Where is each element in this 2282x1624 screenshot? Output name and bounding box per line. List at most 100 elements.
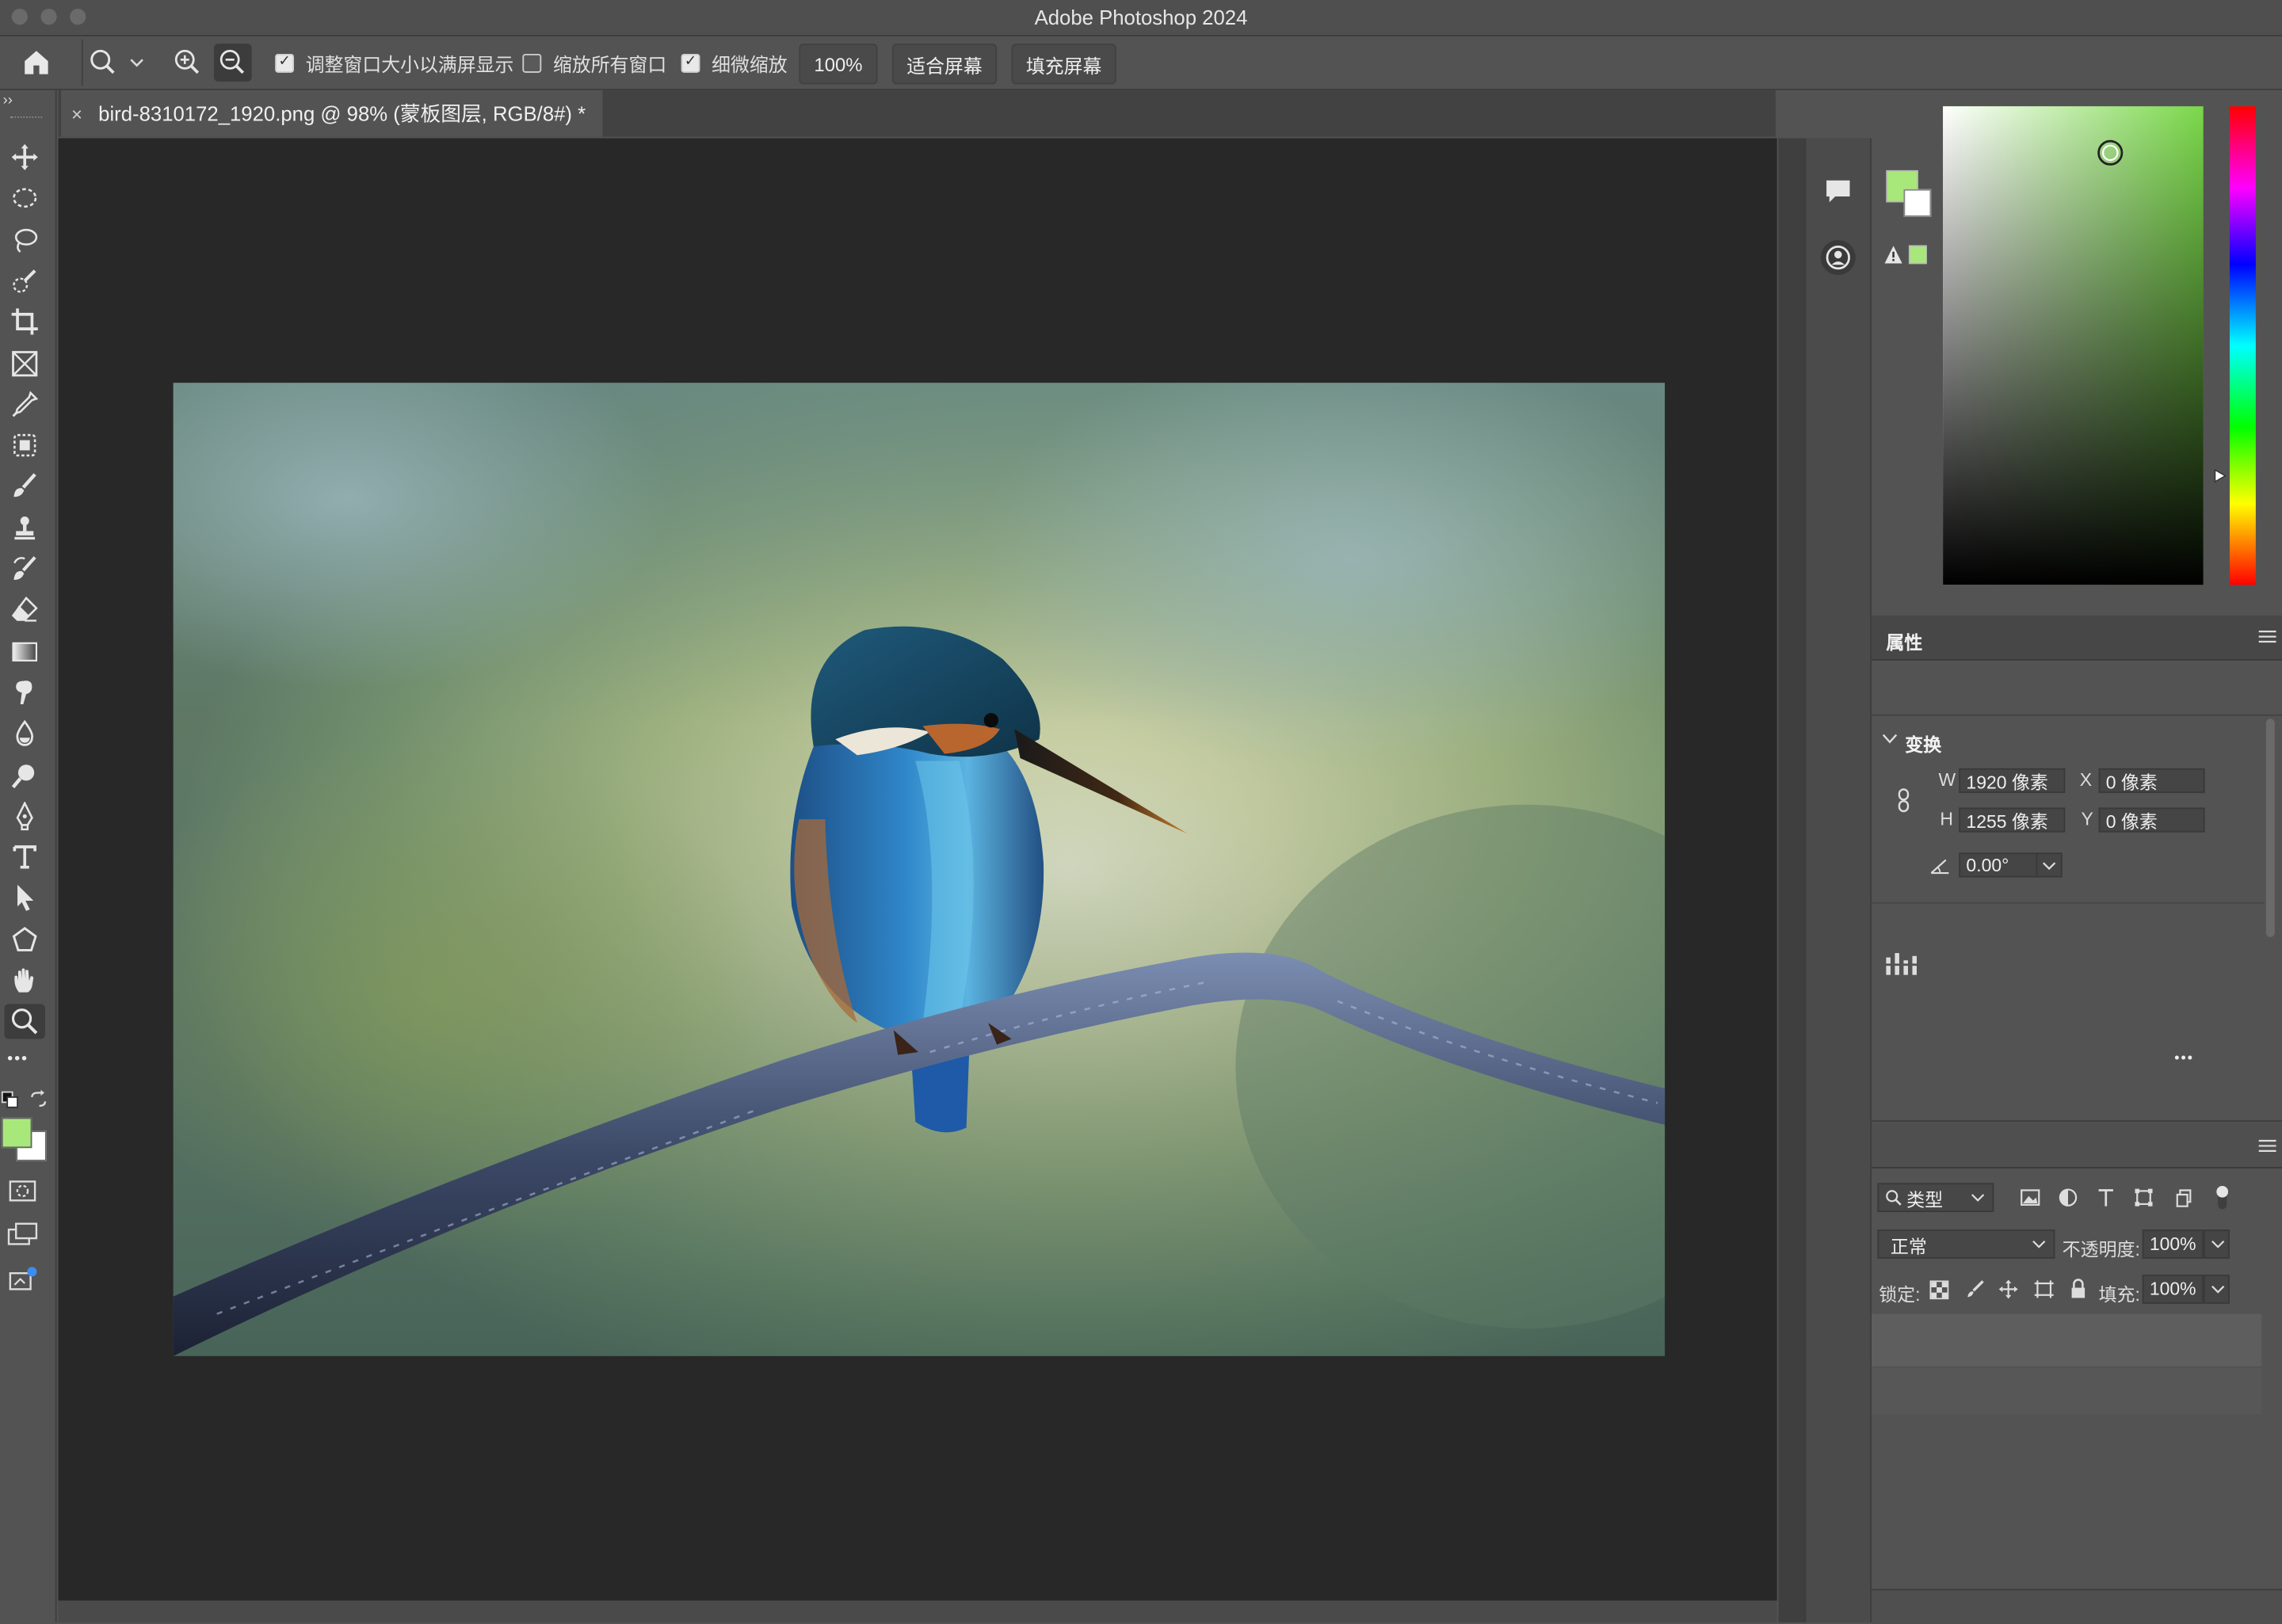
layer-filter-label: 类型	[1906, 1189, 1944, 1210]
eyedropper-icon[interactable]	[5, 387, 45, 421]
path-selection-icon[interactable]	[5, 881, 45, 916]
horizontal-scrollbar[interactable]	[58, 1600, 1777, 1622]
layer-filter-dropdown[interactable]: 类型	[1877, 1183, 1994, 1213]
zoom-icon[interactable]	[4, 1004, 45, 1039]
hue-slider-handle[interactable]	[2214, 468, 2227, 483]
document-tab[interactable]: × bird-8310172_1920.png @ 98% (蒙板图层, RGB…	[61, 90, 603, 137]
panel-menu-icon[interactable]	[2258, 630, 2276, 643]
zoom-100-button[interactable]: 100%	[799, 44, 878, 85]
saturation-brightness-field[interactable]	[1943, 106, 2204, 585]
out-of-gamut-warning-icon[interactable]	[1883, 245, 1927, 265]
default-colors-icon[interactable]	[1, 1091, 19, 1109]
y-label: Y	[2081, 809, 2093, 829]
checkbox-label: 细微缩放	[712, 53, 788, 75]
gradient-icon[interactable]	[5, 634, 45, 669]
opacity-dropdown[interactable]	[2203, 1229, 2230, 1259]
filter-adjustment-layers-icon[interactable]	[2058, 1188, 2078, 1208]
frame-icon[interactable]	[5, 345, 45, 380]
zoom-in-icon[interactable]	[174, 48, 203, 78]
document-image[interactable]	[173, 383, 1666, 1356]
checkbox-box[interactable]	[522, 53, 542, 72]
hand-icon[interactable]	[5, 963, 45, 998]
collapse-toolbar-icon[interactable]: ››	[3, 93, 13, 109]
comments-icon[interactable]	[1823, 176, 1853, 205]
properties-scrollbar[interactable]	[2265, 719, 2275, 937]
home-icon[interactable]	[21, 48, 52, 78]
layer-row[interactable]	[1872, 1367, 2262, 1415]
spot-healing-icon[interactable]	[5, 428, 45, 463]
zoom-tool-preset-icon[interactable]	[87, 48, 145, 78]
scrubby-zoom-checkbox[interactable]: ✓ 细微缩放	[681, 45, 788, 80]
eraser-icon[interactable]	[5, 593, 45, 627]
checkbox-box[interactable]: ✓	[275, 53, 295, 72]
close-tab-icon[interactable]: ×	[71, 102, 82, 124]
lasso-icon[interactable]	[5, 222, 45, 257]
brush-icon[interactable]	[5, 469, 45, 504]
fill-input[interactable]: 100%	[2142, 1275, 2204, 1304]
quick-selection-icon[interactable]	[5, 263, 45, 298]
lock-artboard-icon[interactable]	[2033, 1279, 2055, 1300]
shape-icon[interactable]	[5, 922, 45, 957]
foreground-color-swatch[interactable]	[1, 1117, 32, 1149]
lock-all-icon[interactable]	[2070, 1278, 2087, 1300]
fit-screen-button[interactable]: 适合屏幕	[891, 44, 998, 85]
clone-stamp-icon[interactable]	[5, 510, 45, 545]
dodge-icon[interactable]	[5, 757, 45, 792]
panel-background-swatch[interactable]	[1903, 189, 1932, 217]
filter-pixel-layers-icon[interactable]	[2020, 1189, 2040, 1207]
angle-dropdown[interactable]	[2036, 852, 2063, 878]
blend-mode-dropdown[interactable]: 正常	[1877, 1229, 2055, 1259]
filter-toggle-icon[interactable]	[2214, 1183, 2231, 1212]
y-input[interactable]: 0 像素	[2098, 807, 2205, 833]
lock-image-pixels-icon[interactable]	[1965, 1279, 1986, 1300]
align-distribute-icon[interactable]	[1883, 951, 1927, 978]
fill-label: 填充:	[2098, 1284, 2140, 1306]
title-bar: Adobe Photoshop 2024	[0, 0, 2282, 36]
x-input[interactable]: 0 像素	[2098, 768, 2205, 794]
type-icon[interactable]	[5, 840, 45, 875]
smudge-icon[interactable]	[5, 675, 45, 710]
toolbar-grip[interactable]	[10, 116, 43, 121]
elliptical-marquee-icon[interactable]	[5, 181, 45, 215]
lock-position-icon[interactable]	[1998, 1279, 2019, 1300]
history-brush-icon[interactable]	[5, 551, 45, 586]
edit-toolbar-icon[interactable]: •••	[7, 1050, 29, 1068]
link-dimensions-icon[interactable]	[1895, 787, 1912, 814]
share-icon[interactable]	[9, 1266, 40, 1292]
filter-smart-objects-icon[interactable]	[2173, 1188, 2193, 1208]
zoom-all-windows-checkbox[interactable]: 缩放所有窗口	[522, 45, 666, 80]
zoom-out-icon[interactable]	[214, 44, 252, 82]
screen-mode-icon[interactable]	[7, 1222, 39, 1245]
crop-icon[interactable]	[5, 304, 45, 339]
more-options-icon[interactable]: •••	[2174, 1050, 2194, 1066]
quick-mask-icon[interactable]	[9, 1180, 38, 1203]
resize-windows-checkbox[interactable]: ✓ 调整窗口大小以满屏显示	[275, 45, 513, 80]
filter-shape-layers-icon[interactable]	[2134, 1188, 2154, 1208]
lock-transparent-pixels-icon[interactable]	[1929, 1280, 1949, 1300]
height-input[interactable]: 1255 像素	[1959, 807, 2066, 833]
hue-slider[interactable]	[2229, 106, 2256, 585]
angle-input[interactable]: 0.00°	[1959, 852, 2038, 878]
blur-icon[interactable]	[5, 716, 45, 751]
opacity-label: 不透明度:	[2062, 1239, 2140, 1260]
transform-section-toggle[interactable]	[1882, 730, 1898, 746]
checkbox-label: 缩放所有窗口	[552, 53, 667, 75]
learn-icon[interactable]	[1820, 240, 1856, 276]
x-label: X	[2079, 769, 2093, 791]
properties-panel-title[interactable]: 属性	[1886, 627, 1922, 655]
opacity-input[interactable]: 100%	[2142, 1229, 2204, 1259]
pen-icon[interactable]	[5, 799, 45, 833]
fill-dropdown[interactable]	[2203, 1275, 2230, 1304]
height-label: H	[1940, 809, 1953, 829]
fill-screen-button[interactable]: 填充屏幕	[1011, 44, 1116, 85]
width-input[interactable]: 1920 像素	[1959, 768, 2066, 794]
layer-row[interactable]	[1872, 1313, 2262, 1367]
checkbox-box[interactable]: ✓	[681, 53, 700, 72]
canvas-right-edge	[1778, 138, 1805, 1622]
swap-colors-icon[interactable]	[29, 1089, 48, 1109]
move-tool-icon[interactable]	[5, 139, 45, 174]
collapsed-panel-strip	[1804, 138, 1872, 1622]
tools-panel: ›› •••	[0, 90, 57, 1622]
filter-type-layers-icon[interactable]	[2096, 1188, 2116, 1208]
layers-panel-menu-icon[interactable]	[2258, 1139, 2276, 1153]
